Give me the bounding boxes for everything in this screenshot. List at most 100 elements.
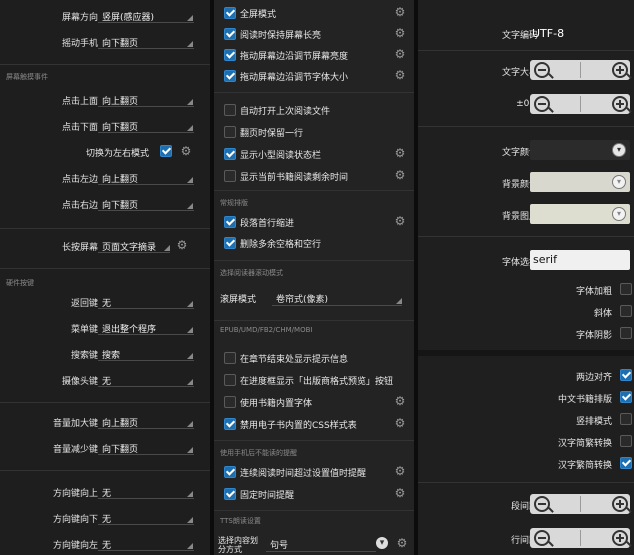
remaining-time-checkbox[interactable] bbox=[224, 170, 236, 182]
gear-icon[interactable]: ⚙ bbox=[394, 395, 406, 407]
dropdown-arrow-icon bbox=[187, 177, 193, 183]
tts-split-label: 选择内容划分方式 bbox=[218, 536, 258, 554]
divider bbox=[214, 510, 414, 511]
zoom-in-icon bbox=[612, 530, 628, 546]
fine-step-decrease-button[interactable] bbox=[530, 94, 580, 114]
divider bbox=[0, 268, 210, 269]
continuous-reading-checkbox[interactable] bbox=[224, 466, 236, 478]
gear-icon[interactable]: ⚙ bbox=[396, 537, 408, 549]
gear-icon[interactable]: ⚙ bbox=[394, 215, 406, 227]
chinese-layout-label: 中文书籍排版 bbox=[557, 395, 612, 405]
bg-image-swatch[interactable]: ▾ bbox=[530, 204, 630, 224]
edge-brightness-label: 拖动屏幕边沿调节屏幕亮度 bbox=[240, 52, 349, 62]
divider bbox=[418, 482, 634, 483]
dropdown-arrow-icon bbox=[187, 379, 193, 385]
gear-icon[interactable]: ⚙ bbox=[394, 417, 406, 429]
gear-icon[interactable]: ⚙ bbox=[394, 69, 406, 81]
status-bar-label: 显示小型阅读状态栏 bbox=[240, 151, 322, 161]
builtin-font-checkbox[interactable] bbox=[224, 396, 236, 408]
chevron-down-icon: ▾ bbox=[612, 175, 626, 189]
gear-icon[interactable]: ⚙ bbox=[394, 465, 406, 477]
vertical-mode-checkbox[interactable] bbox=[620, 413, 632, 425]
gear-icon[interactable]: ⚙ bbox=[394, 487, 406, 499]
line-spacing-decrease-button[interactable] bbox=[530, 528, 580, 548]
control-settings-panel: 屏幕方向 竖屏(感应器) 摇动手机 向下翻页 屏幕触摸事件 点击上面 向上翻页 … bbox=[0, 0, 210, 555]
shadow-label: 字体阴影 bbox=[575, 331, 612, 341]
keep-line-checkbox[interactable] bbox=[224, 126, 236, 138]
dropdown-arrow-icon bbox=[187, 491, 193, 497]
builtin-font-label: 使用书籍内置字体 bbox=[240, 399, 313, 409]
font-select-box[interactable]: serif bbox=[530, 250, 630, 270]
font-select-value: serif bbox=[533, 253, 557, 266]
divider bbox=[214, 92, 414, 93]
font-size-increase-button[interactable] bbox=[580, 60, 630, 80]
bg-color-swatch[interactable]: ▾ bbox=[530, 172, 630, 192]
keep-screen-on-checkbox[interactable] bbox=[224, 28, 236, 40]
edge-brightness-checkbox[interactable] bbox=[224, 49, 236, 61]
camera-key-label: 摄像头键 bbox=[61, 377, 98, 387]
chapter-end-label: 在章节结束处显示提示信息 bbox=[240, 355, 349, 365]
divider bbox=[0, 64, 210, 65]
misc-settings-panel: 全屏模式 ⚙ 阅读时保持屏幕长亮 ⚙ 拖动屏幕边沿调节屏幕亮度 ⚙ 拖动屏幕边沿… bbox=[214, 0, 414, 555]
gear-icon[interactable]: ⚙ bbox=[394, 27, 406, 39]
dropdown-arrow-icon bbox=[187, 41, 193, 47]
para-spacing-increase-button[interactable] bbox=[580, 494, 630, 514]
shake-phone-label: 摇动手机 bbox=[61, 39, 98, 49]
auto-open-checkbox[interactable] bbox=[224, 104, 236, 116]
zoom-in-icon bbox=[612, 62, 628, 78]
gear-icon[interactable]: ⚙ bbox=[394, 6, 406, 18]
font-size-decrease-button[interactable] bbox=[530, 60, 580, 80]
divider bbox=[418, 350, 634, 356]
t2s-checkbox[interactable] bbox=[620, 457, 632, 469]
gear-icon[interactable]: ⚙ bbox=[176, 239, 188, 251]
bold-checkbox[interactable] bbox=[620, 283, 632, 295]
chevron-down-icon[interactable]: ▾ bbox=[376, 537, 388, 549]
gear-icon[interactable]: ⚙ bbox=[394, 147, 406, 159]
remove-spaces-checkbox[interactable] bbox=[224, 237, 236, 249]
fullscreen-checkbox[interactable] bbox=[224, 7, 236, 19]
font-size-stepper bbox=[530, 60, 630, 80]
scroll-mode-value[interactable]: 卷帘式(像素) bbox=[276, 292, 328, 305]
encoding-value[interactable]: UTF-8 bbox=[532, 27, 564, 40]
divider bbox=[0, 228, 210, 229]
disable-css-checkbox[interactable] bbox=[224, 418, 236, 430]
fixed-time-checkbox[interactable] bbox=[224, 488, 236, 500]
volume-up-label: 音量加大键 bbox=[52, 419, 98, 429]
long-press-label: 长按屏幕 bbox=[61, 243, 98, 253]
tts-split-value[interactable]: 句号 bbox=[270, 538, 288, 551]
chapter-end-checkbox[interactable] bbox=[224, 352, 236, 364]
s2t-checkbox[interactable] bbox=[620, 435, 632, 447]
dpad-down-label: 方向键向下 bbox=[52, 515, 98, 525]
dropdown-underline bbox=[98, 550, 194, 551]
shadow-checkbox[interactable] bbox=[620, 327, 632, 339]
dropdown-underline bbox=[98, 184, 194, 185]
indent-checkbox[interactable] bbox=[224, 216, 236, 228]
fine-step-increase-button[interactable] bbox=[580, 94, 630, 114]
status-bar-checkbox[interactable] bbox=[224, 148, 236, 160]
para-spacing-decrease-button[interactable] bbox=[530, 494, 580, 514]
tap-bottom-label: 点击下面 bbox=[61, 123, 98, 133]
fullscreen-label: 全屏模式 bbox=[240, 10, 277, 20]
publisher-preview-checkbox[interactable] bbox=[224, 374, 236, 386]
section-format-header: 常规排版 bbox=[220, 199, 248, 207]
screen-orientation-label: 屏幕方向 bbox=[61, 13, 98, 23]
text-color-swatch[interactable]: ▾ bbox=[530, 140, 630, 160]
dropdown-underline bbox=[98, 308, 194, 309]
disable-css-label: 禁用电子书内置的CSS样式表 bbox=[240, 421, 357, 431]
gear-icon[interactable]: ⚙ bbox=[394, 169, 406, 181]
edge-fontsize-checkbox[interactable] bbox=[224, 70, 236, 82]
chinese-layout-checkbox[interactable] bbox=[620, 391, 632, 403]
justify-checkbox[interactable] bbox=[620, 369, 632, 381]
lr-mode-checkbox[interactable] bbox=[160, 145, 172, 157]
italic-checkbox[interactable] bbox=[620, 305, 632, 317]
gear-icon[interactable]: ⚙ bbox=[180, 145, 192, 157]
indent-label: 段落首行缩进 bbox=[240, 219, 295, 229]
gear-icon[interactable]: ⚙ bbox=[394, 48, 406, 60]
dropdown-arrow-icon bbox=[187, 353, 193, 359]
line-spacing-increase-button[interactable] bbox=[580, 528, 630, 548]
remaining-time-label: 显示当前书籍阅读剩余时间 bbox=[240, 173, 349, 183]
divider bbox=[214, 260, 414, 261]
dropdown-arrow-icon bbox=[187, 203, 193, 209]
dropdown-underline bbox=[98, 106, 194, 107]
dropdown-arrow-icon bbox=[187, 327, 193, 333]
